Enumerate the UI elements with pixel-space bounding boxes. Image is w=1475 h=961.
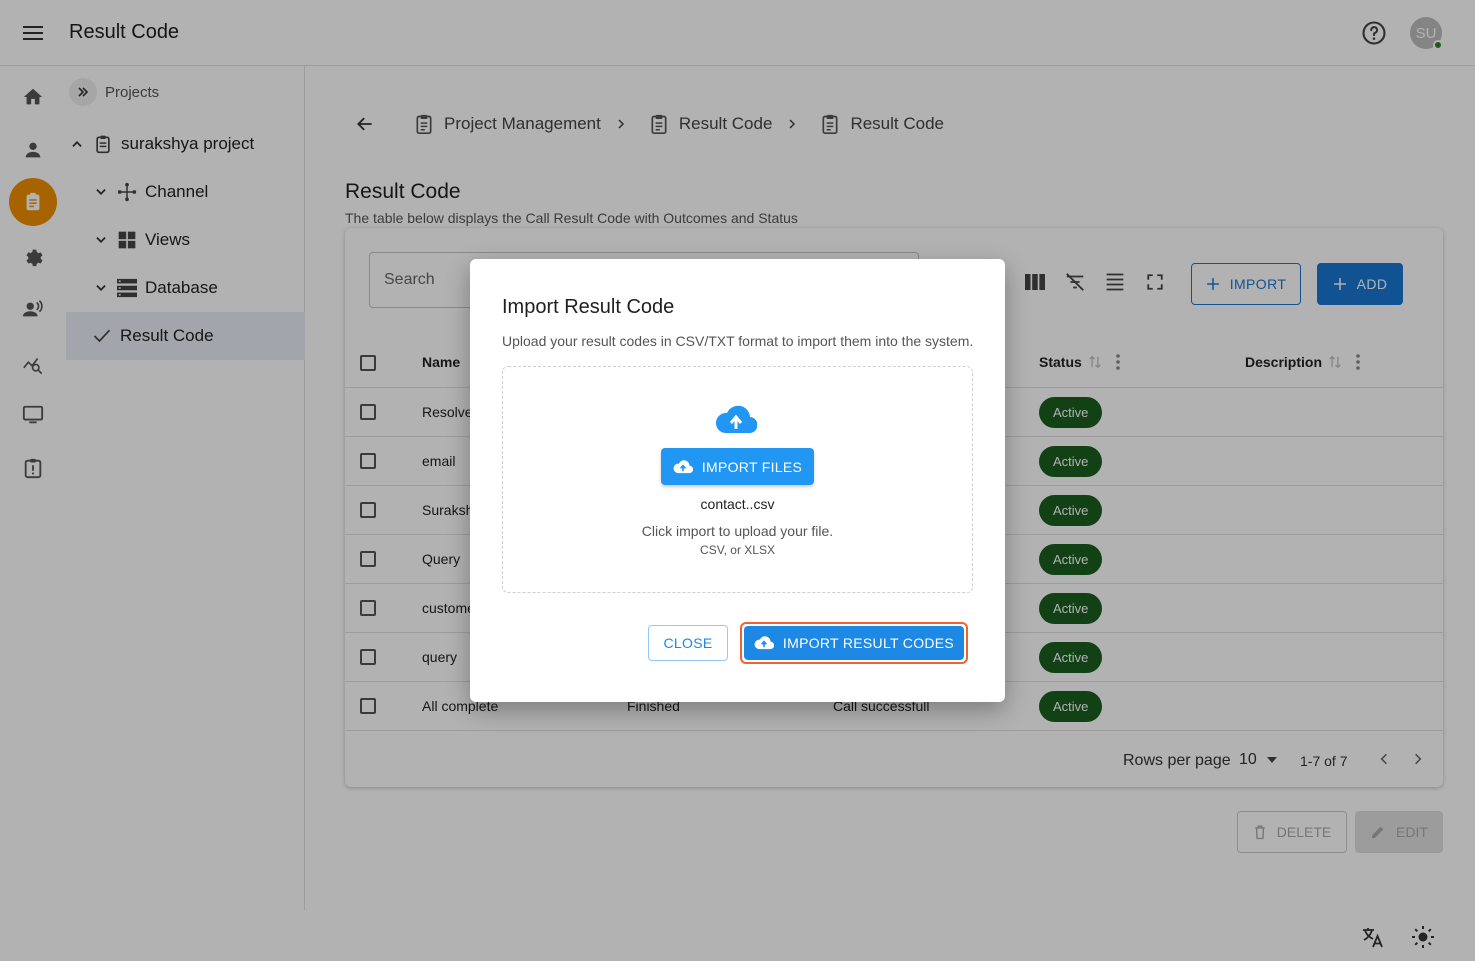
import-result-codes-button[interactable]: IMPORT RESULT CODES <box>740 622 968 664</box>
close-button[interactable]: CLOSE <box>648 625 728 661</box>
import-files-button[interactable]: IMPORT FILES <box>661 448 814 485</box>
import-result-codes-label: IMPORT RESULT CODES <box>782 635 955 651</box>
import-files-label: IMPORT FILES <box>701 458 803 475</box>
dialog-description: Upload your result codes in CSV/TXT form… <box>502 333 974 349</box>
selected-file-name: contact..csv <box>700 496 775 512</box>
cloud-upload-icon <box>715 403 757 437</box>
upload-hint: Click import to upload your file. <box>641 523 834 539</box>
import-result-codes-button-body[interactable]: IMPORT RESULT CODES <box>744 626 964 660</box>
cloud-upload-icon <box>754 635 774 651</box>
import-result-code-dialog: Import Result Code Upload your result co… <box>470 259 1005 702</box>
cloud-upload-icon <box>673 459 693 475</box>
close-label: CLOSE <box>663 635 713 651</box>
accepted-formats: CSV, or XLSX <box>700 543 775 557</box>
dialog-title: Import Result Code <box>502 296 675 318</box>
